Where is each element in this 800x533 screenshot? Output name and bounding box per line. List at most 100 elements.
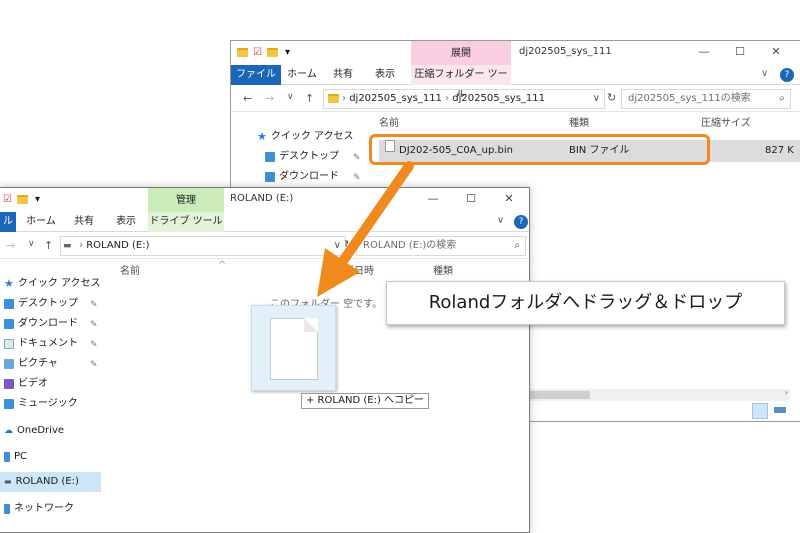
column-type[interactable]: 種類 [433,261,453,283]
folder-icon [328,94,339,103]
forward-arrow-icon[interactable]: → [265,92,274,105]
desktop-icon [4,299,14,309]
file-size: 827 K [765,145,794,156]
tab-file[interactable]: ル [0,212,16,232]
horizontal-scrollbar[interactable]: › [530,388,790,401]
sidebar-item-desktop[interactable]: デスクトップ [0,294,78,314]
pin-icon[interactable]: ✎ [90,300,98,310]
sidebar-item-music[interactable]: ミュージック [0,394,78,414]
pin-icon[interactable]: ✎ [90,320,98,330]
sidebar-item-label: ピクチャ [18,358,58,369]
checkmark-icon[interactable]: ☑ [252,47,263,58]
pin-icon[interactable]: ✎ [353,173,361,183]
tab-share[interactable]: 共有 [64,212,104,232]
sidebar-item-downloads[interactable]: ダウンロード [261,167,339,187]
address-bar-row: → ∨ ↑ ▬ › ROLAND (E:) ∨ ↻ ROLAND (E:)の検索… [0,233,529,259]
forward-arrow-icon[interactable]: → [6,239,15,252]
breadcrumb-segment[interactable]: dj202505_sys_111 [452,93,545,104]
quick-access-toolbar: ☑ ▾ [237,47,293,58]
sidebar-item-quick-access[interactable]: ★ クイック アクセス [0,274,101,294]
tab-compressed-folder-tools[interactable]: 圧縮フォルダー ツール [411,65,511,100]
up-arrow-icon[interactable]: ↑ [305,92,314,105]
help-icon[interactable]: ? [514,215,528,229]
sidebar-item-network[interactable]: ネットワーク [0,499,74,519]
window-title: dj202505_sys_111 [519,46,612,57]
search-icon[interactable]: ⌕ [514,237,520,255]
tab-view[interactable]: 表示 [106,212,146,232]
sidebar-item-quick-access[interactable]: ★ クイック アクセス [253,127,354,147]
close-button[interactable]: ✕ [490,192,528,205]
column-name[interactable]: 名前 [120,261,140,283]
close-button[interactable]: ✕ [757,45,795,58]
details-view-icon[interactable] [752,403,768,419]
column-name[interactable]: 名前 [379,113,399,135]
sidebar-item-label: デスクトップ [279,151,339,162]
column-type[interactable]: 種類 [569,113,589,135]
search-placeholder: ROLAND (E:)の検索 [363,240,457,251]
tab-file[interactable]: ファイル [231,65,281,85]
folder-icon [17,195,28,204]
tab-share[interactable]: 共有 [323,65,363,85]
download-icon [265,172,275,182]
ribbon-expand-icon[interactable]: ∨ [761,68,768,79]
tab-home[interactable]: ホーム [22,212,60,232]
tab-view[interactable]: 表示 [365,65,405,85]
search-input[interactable]: ROLAND (E:)の検索 ⌕ [356,236,526,256]
context-tab-header: 展開 [411,41,511,65]
search-icon[interactable]: ⌕ [779,90,785,108]
sidebar-item-label: クイック アクセス [270,131,354,142]
address-field[interactable]: ▬ › ROLAND (E:) ∨ [60,236,346,256]
pin-icon[interactable]: ✎ [353,153,361,163]
drive-icon: ▬ [63,241,72,251]
column-date-modified[interactable]: 新日時 [344,261,374,283]
pin-icon[interactable]: ✎ [90,360,98,370]
new-folder-icon[interactable] [267,48,278,57]
sidebar-item-label: クイック アクセス [17,278,101,289]
minimize-button[interactable]: — [685,45,723,58]
sidebar-item-label: ビデオ [18,378,48,389]
picture-icon [4,359,14,369]
sidebar-item-pc[interactable]: PC [0,447,27,467]
maximize-button[interactable]: ☐ [721,45,759,58]
sidebar-item-onedrive[interactable]: ☁ OneDrive [0,421,64,441]
file-highlight-box [369,134,710,165]
chevron-down-icon[interactable]: ▾ [282,47,293,58]
sidebar-item-downloads[interactable]: ダウンロード [0,314,78,334]
address-field[interactable]: › dj202505_sys_111 › dj202505_sys_111 ∨ [323,89,605,109]
recent-chevron-icon[interactable]: ∨ [287,92,294,102]
search-input[interactable]: dj202505_sys_111の検索 ⌕ [621,89,791,109]
address-dropdown-icon[interactable]: ∨ [593,90,600,108]
refresh-icon[interactable]: ↻ [607,91,616,104]
help-icon[interactable]: ? [780,68,794,82]
title-bar: ☑ ▾ 管理 ROLAND (E:) — ☐ ✕ [0,188,529,212]
title-bar: ☑ ▾ 展開 dj202505_sys_111 — ☐ ✕ [231,41,800,65]
sidebar-item-pictures[interactable]: ピクチャ [0,354,58,374]
music-icon [4,399,14,409]
pin-icon[interactable]: ✎ [90,340,98,350]
recent-chevron-icon[interactable]: ∨ [28,239,35,249]
scroll-right-icon[interactable]: › [785,388,788,397]
address-dropdown-icon[interactable]: ∨ [334,237,341,255]
sidebar-item-documents[interactable]: ドキュメント [0,334,78,354]
sidebar-item-label: デスクトップ [18,298,78,309]
sidebar-item-roland-drive[interactable]: ▬ ROLAND (E:) [0,472,101,492]
sidebar-item-videos[interactable]: ビデオ [0,374,48,394]
breadcrumb-segment[interactable]: dj202505_sys_111 [349,93,442,104]
quick-access-toolbar: ☑ ▾ [2,194,43,205]
up-arrow-icon[interactable]: ↑ [44,239,53,252]
ribbon-expand-icon[interactable]: ∨ [497,215,504,226]
scrollbar-thumb[interactable] [530,391,590,399]
ribbon-tabs: ファイル ホーム 共有 表示 圧縮フォルダー ツール ∨ ? [231,65,800,100]
minimize-button[interactable]: — [414,192,452,205]
checkmark-icon[interactable]: ☑ [2,194,13,205]
back-arrow-icon[interactable]: ← [243,92,252,105]
tab-drive-tools[interactable]: ドライブ ツール [148,212,224,232]
tab-home[interactable]: ホーム [283,65,321,85]
sidebar-item-desktop[interactable]: デスクトップ [261,147,339,167]
breadcrumb-segment[interactable]: ROLAND (E:) [86,240,149,251]
column-compressed-size[interactable]: 圧縮サイズ [701,113,751,135]
large-icons-view-icon[interactable] [772,403,788,419]
refresh-icon[interactable]: ↻ [344,238,353,251]
maximize-button[interactable]: ☐ [452,192,490,205]
chevron-down-icon[interactable]: ▾ [32,194,43,205]
